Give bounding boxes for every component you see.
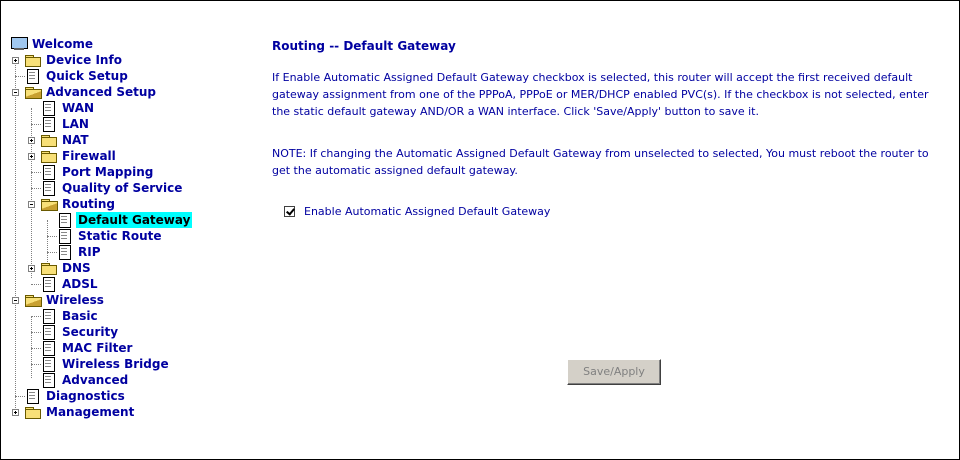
tree-line xyxy=(31,316,32,378)
tree-item-management[interactable]: Management xyxy=(24,404,136,420)
note-text: NOTE: If changing the Automatic Assigned… xyxy=(272,147,929,177)
tree-line xyxy=(31,108,32,278)
document-icon xyxy=(40,181,58,196)
expand-nat-toggle[interactable] xyxy=(28,137,35,144)
tree-item-rip[interactable]: RIP xyxy=(56,244,103,260)
tree-item-quality-of-service[interactable]: Quality of Service xyxy=(40,180,184,196)
collapse-routing-toggle[interactable] xyxy=(28,201,35,208)
tree-item-nat[interactable]: NAT xyxy=(40,132,91,148)
tree-item-default-gateway[interactable]: Default Gateway xyxy=(56,212,193,228)
document-icon xyxy=(40,101,58,116)
open-folder-icon xyxy=(24,85,42,99)
tree-item-adsl[interactable]: ADSL xyxy=(40,276,100,292)
folder-icon xyxy=(24,405,42,419)
document-icon xyxy=(56,245,74,260)
description-text: If Enable Automatic Assigned Default Gat… xyxy=(272,71,929,118)
document-icon xyxy=(24,69,42,84)
page-title: Routing -- Default Gateway xyxy=(272,39,456,53)
collapse-wireless-toggle[interactable] xyxy=(12,297,19,304)
expand-management-toggle[interactable] xyxy=(12,409,19,416)
folder-icon xyxy=(40,261,58,275)
expand-dns-toggle[interactable] xyxy=(28,265,35,272)
document-icon xyxy=(56,213,74,228)
document-icon xyxy=(40,357,58,372)
tree-item-lan[interactable]: LAN xyxy=(40,116,91,132)
tree-item-wireless-bridge[interactable]: Wireless Bridge xyxy=(40,356,171,372)
tree-item-device-info[interactable]: Device Info xyxy=(24,52,124,68)
tree-item-diagnostics[interactable]: Diagnostics xyxy=(24,388,127,404)
tree-item-security[interactable]: Security xyxy=(40,324,120,340)
folder-icon xyxy=(40,133,58,147)
auto-gateway-option[interactable]: Enable Automatic Assigned Default Gatewa… xyxy=(284,205,550,218)
tree-item-port-mapping[interactable]: Port Mapping xyxy=(40,164,155,180)
document-icon xyxy=(40,277,58,292)
tree-item-quick-setup[interactable]: Quick Setup xyxy=(24,68,130,84)
tree-item-wan[interactable]: WAN xyxy=(40,100,96,116)
tree-item-wireless[interactable]: Wireless xyxy=(24,292,106,308)
tree-item-advanced-setup[interactable]: Advanced Setup xyxy=(24,84,158,100)
folder-icon xyxy=(24,53,42,67)
document-icon xyxy=(40,325,58,340)
collapse-advanced-setup-toggle[interactable] xyxy=(12,89,19,96)
document-icon xyxy=(40,373,58,388)
document-icon xyxy=(24,389,42,404)
open-folder-icon xyxy=(40,197,58,211)
tree-item-advanced[interactable]: Advanced xyxy=(40,372,130,388)
tree-item-welcome[interactable]: Welcome xyxy=(10,36,95,52)
tree-item-basic[interactable]: Basic xyxy=(40,308,100,324)
tree-line xyxy=(47,220,48,262)
tree-item-mac-filter[interactable]: MAC Filter xyxy=(40,340,134,356)
expand-firewall-toggle[interactable] xyxy=(28,153,35,160)
document-icon xyxy=(40,309,58,324)
document-icon xyxy=(40,165,58,180)
save-apply-button[interactable]: Save/Apply xyxy=(567,359,661,385)
document-icon xyxy=(40,341,58,356)
auto-gateway-checkbox[interactable] xyxy=(284,206,295,217)
expand-device-info-toggle[interactable] xyxy=(12,57,19,64)
auto-gateway-label: Enable Automatic Assigned Default Gatewa… xyxy=(304,205,551,218)
tree-item-dns[interactable]: DNS xyxy=(40,260,93,276)
tree-item-static-route[interactable]: Static Route xyxy=(56,228,164,244)
open-folder-icon xyxy=(24,293,42,307)
tree-item-firewall[interactable]: Firewall xyxy=(40,148,118,164)
tree-item-routing[interactable]: Routing xyxy=(40,196,117,212)
tree-line xyxy=(15,60,16,410)
folder-icon xyxy=(40,149,58,163)
document-icon xyxy=(56,229,74,244)
document-icon xyxy=(40,117,58,132)
computer-icon xyxy=(10,37,28,51)
